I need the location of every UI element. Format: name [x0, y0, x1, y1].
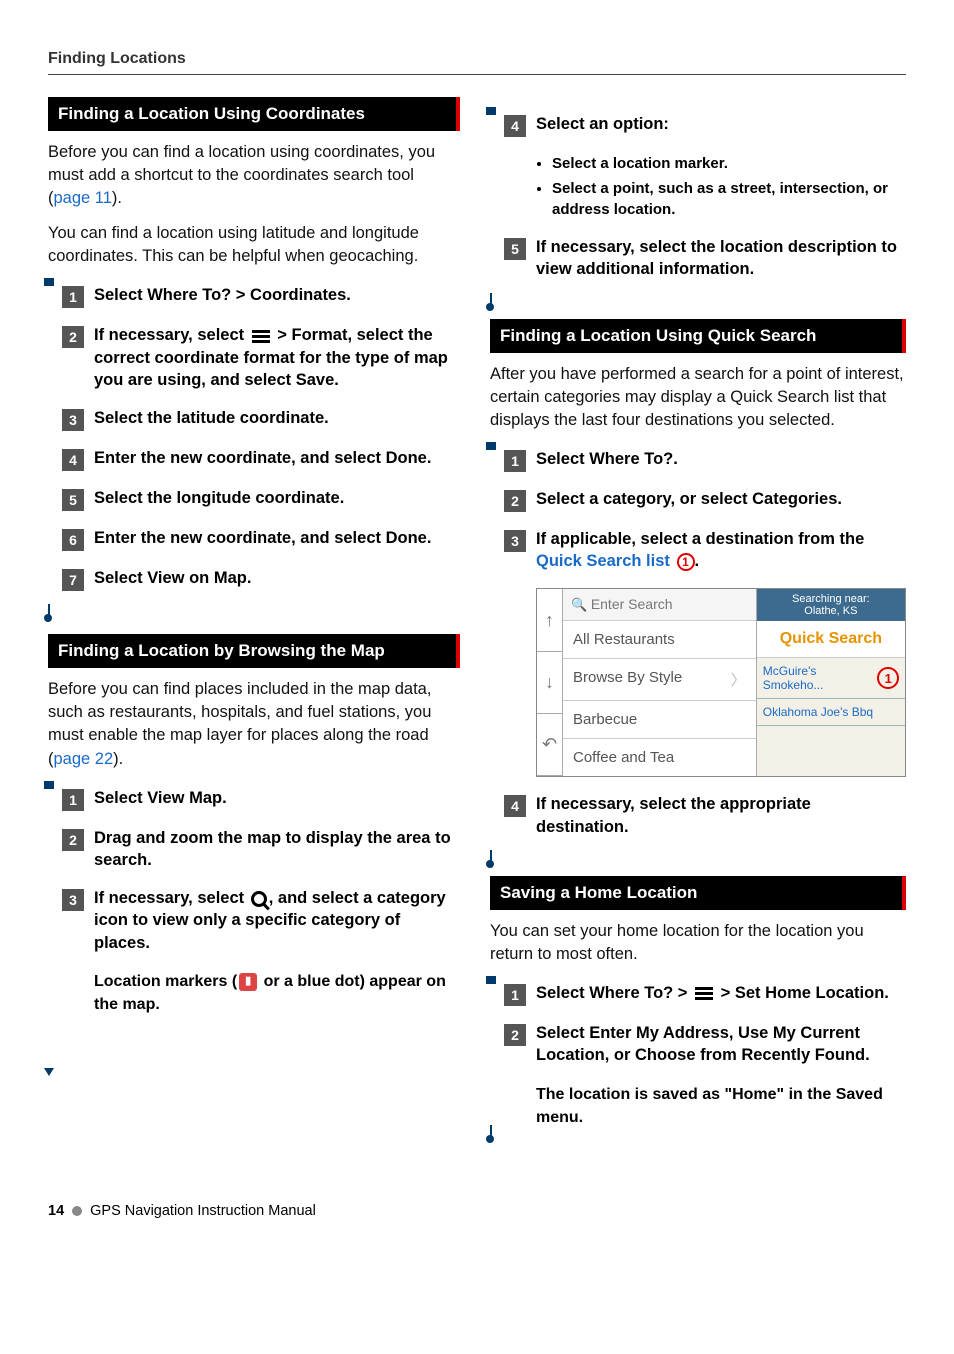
- divider: [48, 74, 906, 75]
- paragraph: After you have performed a search for a …: [490, 363, 906, 432]
- searching-near-label: Searching near:Olathe, KS: [757, 589, 905, 621]
- paragraph: You can find a location using latitude a…: [48, 222, 460, 268]
- paragraph: Before you can find a location using coo…: [48, 141, 460, 210]
- step-3: 3Select the latitude coordinate.: [62, 407, 460, 431]
- list-item: Browse By Style〉: [563, 659, 756, 701]
- step-4: 4Enter the new coordinate, and select Do…: [62, 447, 460, 471]
- list-item: Coffee and Tea: [563, 739, 756, 776]
- section-heading-quick-search: Finding a Location Using Quick Search: [490, 319, 906, 353]
- quick-search-item: McGuire's Smokeho...1: [757, 658, 905, 699]
- step-3: 3If applicable, select a destination fro…: [504, 528, 906, 573]
- step-3: 3If necessary, select , and select a cat…: [62, 887, 460, 954]
- step-1: 1Select Where To? > Coordinates.: [62, 284, 460, 308]
- step-2: 2Drag and zoom the map to display the ar…: [62, 827, 460, 872]
- step-note: The location is saved as "Home" in the S…: [536, 1083, 906, 1129]
- quick-search-item: Oklahoma Joe's Bbq: [757, 699, 905, 726]
- list-item: Barbecue: [563, 701, 756, 739]
- menu-icon: [252, 328, 270, 345]
- paragraph: Before you can find places included in t…: [48, 678, 460, 770]
- breadcrumb: Finding Locations: [48, 50, 906, 68]
- undo-icon: ↶: [537, 714, 562, 776]
- step-5: 5If necessary, select the location descr…: [504, 236, 906, 281]
- step-1: 1Select View Map.: [62, 787, 460, 811]
- list-item: All Restaurants: [563, 621, 756, 659]
- screenshot-quick-search: ↑ ↓ ↶ Enter Search All Restaurants Brows…: [536, 588, 906, 777]
- link-page22[interactable]: page 22: [54, 750, 114, 768]
- footer-dot-icon: [72, 1206, 82, 1216]
- manual-title: GPS Navigation Instruction Manual: [90, 1203, 316, 1219]
- section-heading-save-home: Saving a Home Location: [490, 876, 906, 910]
- bullet: Select a point, such as a street, inters…: [552, 178, 906, 220]
- step-4: 4Select an option:: [504, 113, 906, 137]
- search-icon: [251, 891, 267, 907]
- up-arrow-icon: ↑: [537, 589, 562, 651]
- step-1: 1Select Where To? > > Set Home Location.: [504, 982, 906, 1006]
- search-input-mock: Enter Search: [563, 589, 756, 621]
- pin-icon: ▮: [239, 973, 257, 991]
- paragraph: You can set your home location for the l…: [490, 920, 906, 966]
- down-arrow-icon: ↓: [537, 652, 562, 714]
- menu-icon: [695, 985, 713, 1002]
- bullet: Select a location marker.: [552, 153, 906, 174]
- callout-1-ring: 1: [877, 667, 899, 689]
- step-7: 7Select View on Map.: [62, 567, 460, 591]
- flow-continue-icon: [44, 1068, 54, 1076]
- step-note: Location markers (▮ or a blue dot) appea…: [94, 970, 460, 1016]
- step-6: 6Enter the new coordinate, and select Do…: [62, 527, 460, 551]
- quick-search-label: Quick Search: [757, 621, 905, 658]
- callout-1-icon: 1: [677, 553, 695, 571]
- step-2: 2Select Enter My Address, Use My Current…: [504, 1022, 906, 1067]
- step-1: 1Select Where To?.: [504, 448, 906, 472]
- section-heading-browse-map: Finding a Location by Browsing the Map: [48, 634, 460, 668]
- step-5: 5Select the longitude coordinate.: [62, 487, 460, 511]
- link-page11[interactable]: page 11: [54, 189, 112, 207]
- step-4: 4If necessary, select the appropriate de…: [504, 793, 906, 838]
- section-heading-coordinates: Finding a Location Using Coordinates: [48, 97, 460, 131]
- chevron-right-icon: 〉: [731, 669, 746, 690]
- page-footer: 14 GPS Navigation Instruction Manual: [48, 1203, 906, 1219]
- step-2: 2Select a category, or select Categories…: [504, 488, 906, 512]
- step-2: 2If necessary, select > Format, select t…: [62, 324, 460, 391]
- page-number: 14: [48, 1203, 64, 1219]
